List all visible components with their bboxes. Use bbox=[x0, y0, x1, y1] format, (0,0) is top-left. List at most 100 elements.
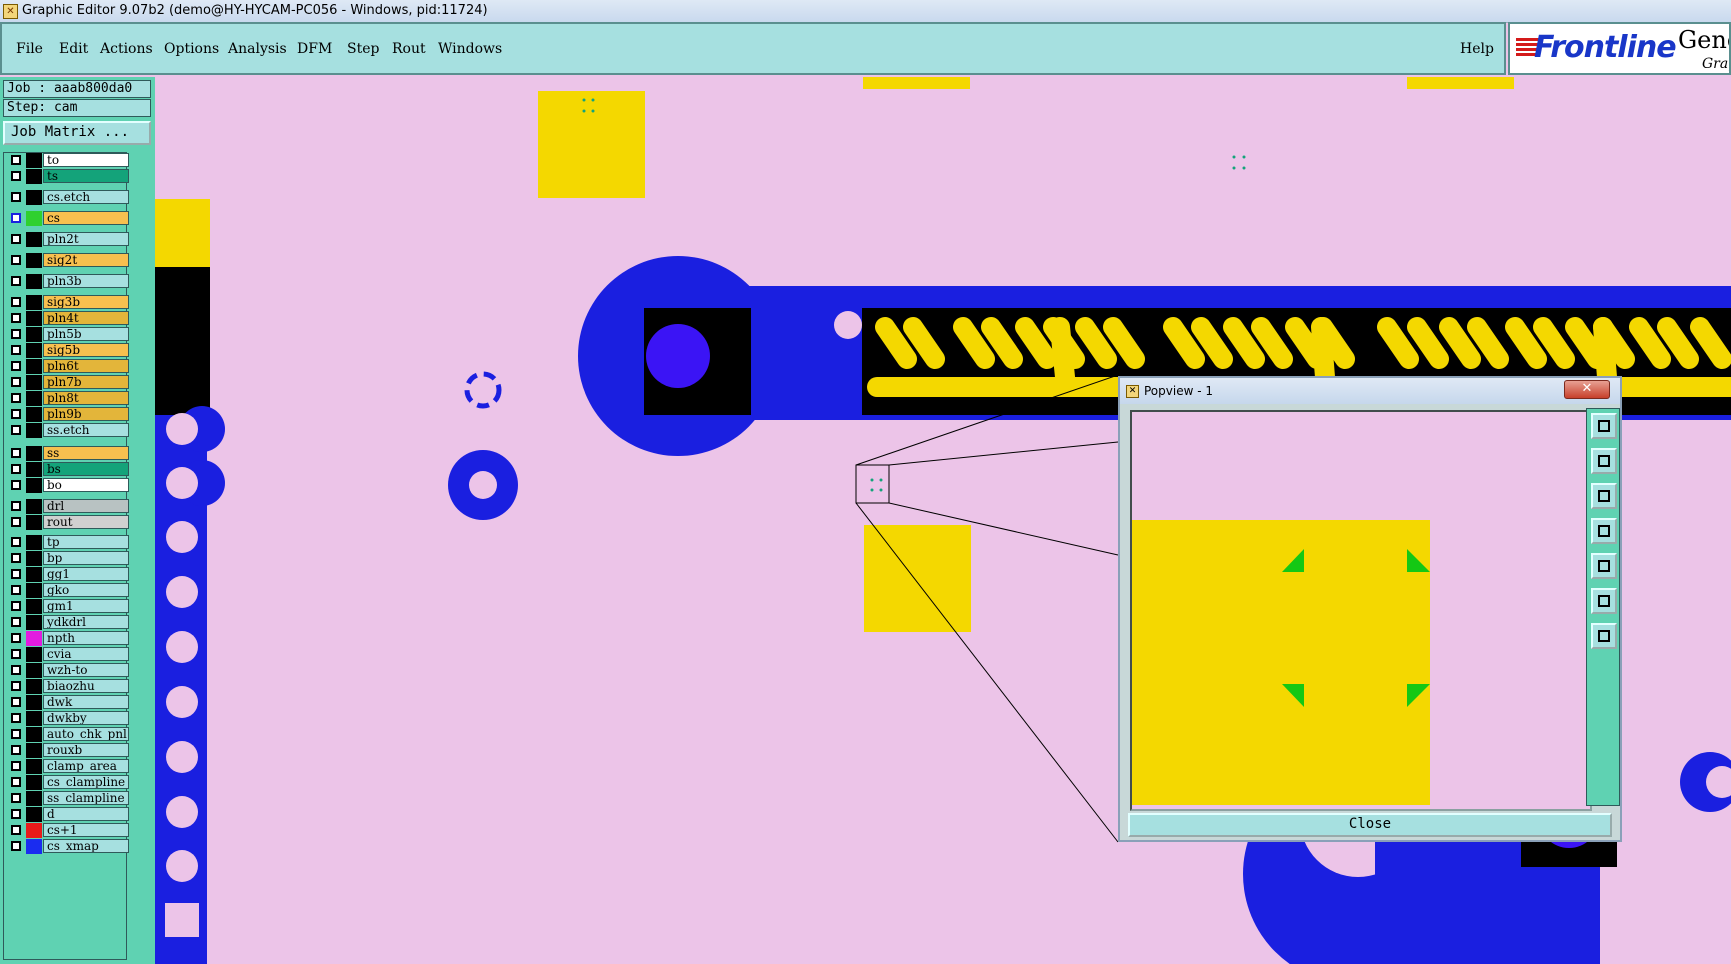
layer-row-pln7b[interactable]: pln7b bbox=[8, 375, 129, 390]
layer-name[interactable]: pln3b bbox=[43, 274, 129, 288]
menu-windows[interactable]: Windows bbox=[438, 41, 502, 57]
layer-row-dwkby[interactable]: dwkby bbox=[8, 711, 129, 726]
layer-color-swatch[interactable] bbox=[26, 153, 42, 168]
layer-row-bp[interactable]: bp bbox=[8, 551, 129, 566]
layer-name[interactable]: cvia bbox=[43, 647, 129, 661]
layer-color-swatch[interactable] bbox=[26, 478, 42, 493]
layer-name[interactable]: ts bbox=[43, 169, 129, 183]
layer-checkbox[interactable] bbox=[11, 809, 21, 819]
layer-name[interactable]: gm1 bbox=[43, 599, 129, 613]
layer-checkbox[interactable] bbox=[11, 409, 21, 419]
layer-name[interactable]: gko bbox=[43, 583, 129, 597]
layer-checkbox[interactable] bbox=[11, 234, 21, 244]
layer-checkbox[interactable] bbox=[11, 569, 21, 579]
layer-color-swatch[interactable] bbox=[26, 615, 42, 630]
layer-name[interactable]: sig3b bbox=[43, 295, 129, 309]
layer-color-swatch[interactable] bbox=[26, 499, 42, 514]
layer-checkbox[interactable] bbox=[11, 517, 21, 527]
layer-color-swatch[interactable] bbox=[26, 274, 42, 289]
layer-checkbox[interactable] bbox=[11, 276, 21, 286]
layer-checkbox[interactable] bbox=[11, 745, 21, 755]
menu-edit[interactable]: Edit bbox=[59, 41, 88, 57]
layer-row-gg1[interactable]: gg1 bbox=[8, 567, 129, 582]
layer-name[interactable]: wzh-to bbox=[43, 663, 129, 677]
layer-row-to[interactable]: to bbox=[8, 153, 129, 168]
layer-row-bo[interactable]: bo bbox=[8, 478, 129, 493]
layer-name[interactable]: d bbox=[43, 807, 129, 821]
layer-name[interactable]: auto_chk_pnl bbox=[43, 727, 129, 741]
menu-file[interactable]: File bbox=[16, 41, 43, 57]
layer-color-swatch[interactable] bbox=[26, 711, 42, 726]
layer-color-swatch[interactable] bbox=[26, 462, 42, 477]
layer-checkbox[interactable] bbox=[11, 448, 21, 458]
layer-color-swatch[interactable] bbox=[26, 375, 42, 390]
layer-checkbox[interactable] bbox=[11, 313, 21, 323]
layer-name[interactable]: pln9b bbox=[43, 407, 129, 421]
layer-name[interactable]: ss.etch bbox=[43, 423, 129, 437]
layer-row-pln3b[interactable]: pln3b bbox=[8, 274, 129, 289]
layer-name[interactable]: tp bbox=[43, 535, 129, 549]
pan-up-icon[interactable] bbox=[1591, 448, 1617, 474]
layer-color-swatch[interactable] bbox=[26, 190, 42, 205]
layer-checkbox[interactable] bbox=[11, 649, 21, 659]
menu-help[interactable]: Help bbox=[1460, 41, 1494, 57]
layer-color-swatch[interactable] bbox=[26, 727, 42, 742]
layer-name[interactable]: cs bbox=[43, 211, 129, 225]
layer-row-bs[interactable]: bs bbox=[8, 462, 129, 477]
layer-color-swatch[interactable] bbox=[26, 423, 42, 438]
layer-checkbox[interactable] bbox=[11, 601, 21, 611]
layer-checkbox[interactable] bbox=[11, 361, 21, 371]
layer-name[interactable]: cs.etch bbox=[43, 190, 129, 204]
layer-name[interactable]: to bbox=[43, 153, 129, 167]
layer-color-swatch[interactable] bbox=[26, 695, 42, 710]
layer-row-wzh-to[interactable]: wzh-to bbox=[8, 663, 129, 678]
layer-checkbox[interactable] bbox=[11, 713, 21, 723]
layer-color-swatch[interactable] bbox=[26, 791, 42, 806]
layer-name[interactable]: pln8t bbox=[43, 391, 129, 405]
layer-name[interactable]: cs_clampline bbox=[43, 775, 129, 789]
layer-name[interactable]: bs bbox=[43, 462, 129, 476]
layer-checkbox[interactable] bbox=[11, 697, 21, 707]
layer-checkbox[interactable] bbox=[11, 171, 21, 181]
layer-name[interactable]: dwk bbox=[43, 695, 129, 709]
layer-color-swatch[interactable] bbox=[26, 567, 42, 582]
popview-close-x-button[interactable]: ✕ bbox=[1564, 380, 1610, 399]
layer-color-swatch[interactable] bbox=[26, 535, 42, 550]
layer-name[interactable]: ss_clampline bbox=[43, 791, 129, 805]
layer-color-swatch[interactable] bbox=[26, 823, 42, 838]
layer-row-pln5b[interactable]: pln5b bbox=[8, 327, 129, 342]
layer-checkbox[interactable] bbox=[11, 729, 21, 739]
layer-checkbox[interactable] bbox=[11, 633, 21, 643]
popview-close-button[interactable]: Close bbox=[1128, 813, 1612, 837]
layer-name[interactable]: rout bbox=[43, 515, 129, 529]
layer-name[interactable]: npth bbox=[43, 631, 129, 645]
menu-step[interactable]: Step bbox=[347, 41, 379, 57]
layer-row-cs-etch[interactable]: cs.etch bbox=[8, 190, 129, 205]
layer-name[interactable]: bo bbox=[43, 478, 129, 492]
layer-name[interactable]: cs_xmap bbox=[43, 839, 129, 853]
layer-color-swatch[interactable] bbox=[26, 631, 42, 646]
layer-color-swatch[interactable] bbox=[26, 311, 42, 326]
layer-name[interactable]: sig5b bbox=[43, 343, 129, 357]
layer-color-swatch[interactable] bbox=[26, 295, 42, 310]
layer-row-ss-etch[interactable]: ss.etch bbox=[8, 423, 129, 438]
layer-color-swatch[interactable] bbox=[26, 446, 42, 461]
layer-name[interactable]: drl bbox=[43, 499, 129, 513]
layer-color-swatch[interactable] bbox=[26, 169, 42, 184]
layer-checkbox[interactable] bbox=[11, 425, 21, 435]
layer-name[interactable]: ss bbox=[43, 446, 129, 460]
layer-row-cs[interactable]: cs bbox=[8, 211, 129, 226]
layer-checkbox[interactable] bbox=[11, 617, 21, 627]
layer-row-npth[interactable]: npth bbox=[8, 631, 129, 646]
layer-color-swatch[interactable] bbox=[26, 839, 42, 854]
layer-name[interactable]: gg1 bbox=[43, 567, 129, 581]
layer-row-sig2t[interactable]: sig2t bbox=[8, 253, 129, 268]
layer-color-swatch[interactable] bbox=[26, 327, 42, 342]
layer-row-cs-1[interactable]: cs+1 bbox=[8, 823, 129, 838]
layer-color-swatch[interactable] bbox=[26, 359, 42, 374]
layer-row-ydkdrl[interactable]: ydkdrl bbox=[8, 615, 129, 630]
layer-row-rout[interactable]: rout bbox=[8, 515, 129, 530]
layer-checkbox[interactable] bbox=[11, 501, 21, 511]
layer-checkbox[interactable] bbox=[11, 297, 21, 307]
layer-row-rouxb[interactable]: rouxb bbox=[8, 743, 129, 758]
